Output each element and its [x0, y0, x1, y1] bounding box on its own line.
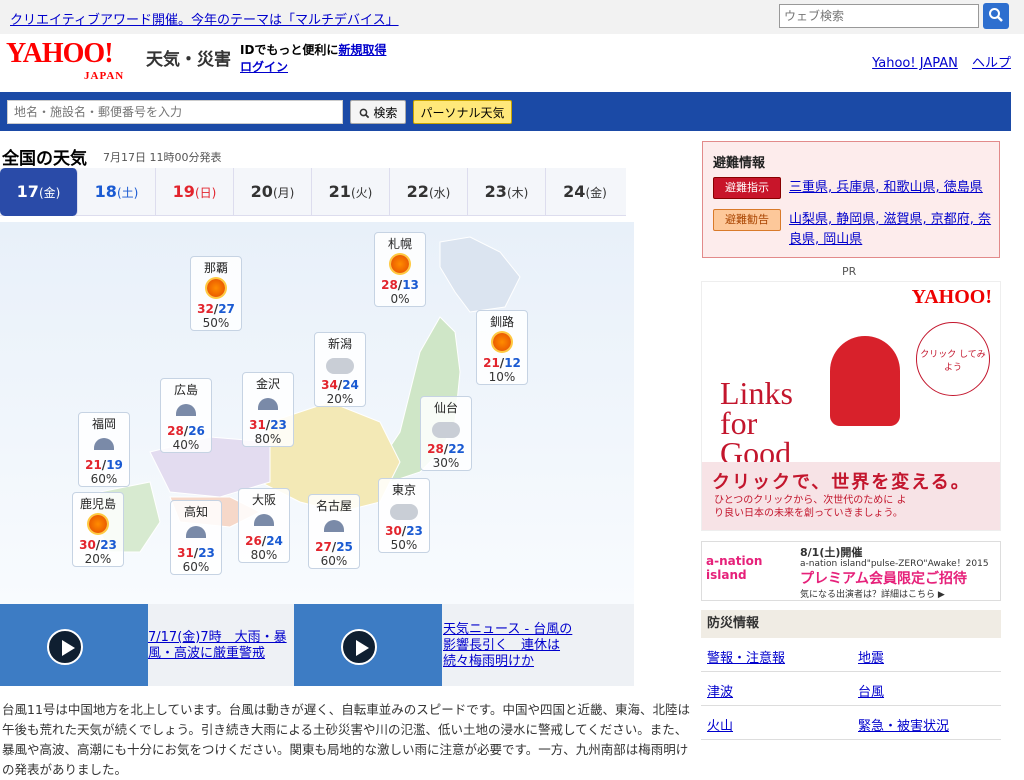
rain-to-cloud-icon: [186, 526, 206, 538]
city-nagoya[interactable]: 名古屋 27/25 60%: [308, 494, 360, 569]
sun-rain-icon: [207, 279, 225, 297]
a-nation-logo: a-nation island: [706, 554, 763, 582]
evacuation-order-areas[interactable]: 三重県, 兵庫県, 和歌山県, 徳島県: [789, 178, 983, 198]
earthquake-link[interactable]: 地震: [858, 647, 884, 666]
play-icon: [47, 629, 83, 665]
evacuation-advisory-badge: 避難勧告: [713, 209, 781, 231]
location-search-input[interactable]: [7, 100, 343, 124]
ad-child-image: [830, 336, 900, 426]
location-search-bar: 検索 パーソナル天気: [0, 92, 1011, 131]
weather-summary: 台風11号は中国地方を北上しています。台風は動きが遅く、自転車並みのスピードです…: [2, 702, 691, 777]
yahoo-japan-link[interactable]: Yahoo! JAPAN: [872, 56, 958, 71]
login-promo: IDでもっと便利に新規取得 ログイン: [240, 42, 386, 76]
yahoo-logo[interactable]: YAHOO! JAPAN: [6, 38, 142, 82]
location-search-button[interactable]: 検索: [350, 100, 406, 124]
rain-icon: [94, 438, 114, 450]
cloud-icon: [432, 422, 460, 438]
warnings-link[interactable]: 警報・注意報: [707, 647, 785, 666]
video-thumbnail-2[interactable]: [294, 604, 442, 686]
typhoon-link[interactable]: 台風: [858, 681, 884, 700]
city-kushiro[interactable]: 釧路 21/12 10%: [476, 310, 528, 385]
rain-cloud-icon: [324, 520, 344, 532]
header-links: Yahoo! JAPAN ヘルプ: [862, 52, 1011, 71]
sun-icon: [493, 333, 511, 351]
tab-day-17[interactable]: 17(金): [0, 168, 78, 216]
rain-to-cloud-icon: [176, 404, 196, 416]
login-link[interactable]: ログイン: [240, 60, 288, 74]
city-sendai[interactable]: 仙台 28/22 30%: [420, 396, 472, 471]
city-kagoshima[interactable]: 鹿児島 30/23 20%: [72, 492, 124, 567]
tab-day-19[interactable]: 19(日): [156, 168, 234, 216]
video-link-1[interactable]: 7/17(金)7時 大雨・暴風・高波に厳重警戒: [148, 630, 288, 662]
a-nation-ad[interactable]: a-nation island 8/1(土)開催 a-nation island…: [701, 541, 1001, 601]
damage-status-link[interactable]: 緊急・被害状況: [858, 715, 949, 734]
tab-day-21[interactable]: 21(火): [312, 168, 390, 216]
disaster-info-panel: 防災情報 警報・注意報 地震 津波 台風 火山 緊急・被害状況: [701, 610, 1001, 740]
rain-cloud-icon: [258, 398, 278, 410]
evacuation-alert-box: 避難情報 避難指示 三重県, 兵庫県, 和歌山県, 徳島県 避難勧告 山梨県, …: [702, 141, 1000, 258]
tab-day-22[interactable]: 22(水): [390, 168, 468, 216]
tab-day-20[interactable]: 20(月): [234, 168, 312, 216]
city-kanazawa[interactable]: 金沢 31/23 80%: [242, 372, 294, 447]
search-icon: [359, 108, 369, 118]
ad-subtext: ひとつのクリックから、次世代のために より良い日本の未来を創っていきましょう。: [714, 495, 907, 519]
header: YAHOO! JAPAN 天気・災害 IDでもっと便利に新規取得 ログイン Ya…: [0, 34, 1024, 92]
cloud-icon: [326, 358, 354, 374]
tab-day-24[interactable]: 24(金): [546, 168, 624, 216]
sun-to-rain-icon: [391, 255, 409, 273]
tsunami-link[interactable]: 津波: [707, 681, 733, 700]
service-title: 天気・災害: [146, 50, 231, 70]
tab-day-23[interactable]: 23(木): [468, 168, 546, 216]
pr-label: PR: [842, 265, 857, 278]
video-thumbnail-1[interactable]: [0, 604, 148, 686]
city-fukuoka[interactable]: 福岡 21/19 60%: [78, 412, 130, 487]
search-icon: [989, 7, 1003, 22]
help-link[interactable]: ヘルプ: [972, 56, 1011, 71]
cloud-to-rain-icon: [390, 504, 418, 520]
sun-icon: [89, 515, 107, 533]
city-sapporo[interactable]: 札幌 28/13 0%: [374, 232, 426, 307]
ad-yahoo-logo: YAHOO!: [911, 286, 992, 308]
city-kochi[interactable]: 高知 31/23 60%: [170, 500, 222, 575]
tab-day-18[interactable]: 18(土): [78, 168, 156, 216]
city-niigata[interactable]: 新潟 34/24 20%: [314, 332, 366, 407]
video-strip: 7/17(金)7時 大雨・暴風・高波に厳重警戒 天気ニュース - 台風の影響長引…: [0, 604, 634, 686]
list-item: 津波 台風: [701, 672, 1001, 706]
evacuation-title: 避難情報: [713, 156, 766, 171]
disaster-info-title: 防災情報: [701, 610, 1001, 638]
city-naha[interactable]: 那覇 32/27 50%: [190, 256, 242, 331]
evacuation-advisory-areas[interactable]: 山梨県, 静岡県, 滋賀県, 京都府, 奈良県, 岡山県: [789, 210, 991, 250]
issued-time: 7月17日 11時00分発表: [103, 151, 222, 164]
day-tabs: 17(金) 18(土) 19(日) 20(月) 21(火) 22(水) 23(木…: [0, 168, 626, 216]
register-link[interactable]: 新規取得: [338, 43, 386, 57]
web-search-button[interactable]: [983, 3, 1009, 29]
ad-click-balloon: クリック してみよう: [916, 322, 990, 396]
promo-text: IDでもっと便利に: [240, 43, 339, 57]
play-icon: [341, 629, 377, 665]
banner-link[interactable]: クリエイティブアワード開催。今年のテーマは「マルチデバイス」: [10, 9, 399, 28]
top-bar: クリエイティブアワード開催。今年のテーマは「マルチデバイス」: [0, 0, 1024, 34]
city-tokyo[interactable]: 東京 30/23 50%: [378, 478, 430, 553]
evacuation-order-badge: 避難指示: [713, 177, 781, 199]
web-search-input[interactable]: [779, 4, 979, 28]
list-item: 火山 緊急・被害状況: [701, 706, 1001, 740]
personal-weather-button[interactable]: パーソナル天気: [413, 100, 512, 124]
list-item: 警報・注意報 地震: [701, 638, 1001, 672]
ad-tagline: クリックで、世界を変える。: [712, 472, 971, 493]
weather-map: 那覇 32/27 50% 札幌 28/13 0% 釧路 21/12 10% 新潟 34…: [0, 222, 634, 604]
page-title: 全国の天気: [2, 149, 87, 169]
volcano-link[interactable]: 火山: [707, 715, 733, 734]
city-osaka[interactable]: 大阪 26/24 80%: [238, 488, 290, 563]
video-link-2[interactable]: 天気ニュース - 台風の影響長引く 連休は続々梅雨明けか: [443, 622, 573, 670]
rain-icon: [254, 514, 274, 526]
city-hiroshima[interactable]: 広島 28/26 40%: [160, 378, 212, 453]
ad-headline: Links for Good: [720, 375, 793, 471]
links-for-good-ad[interactable]: YAHOO! クリック してみよう Links for Good クリックで、世…: [701, 281, 1001, 531]
